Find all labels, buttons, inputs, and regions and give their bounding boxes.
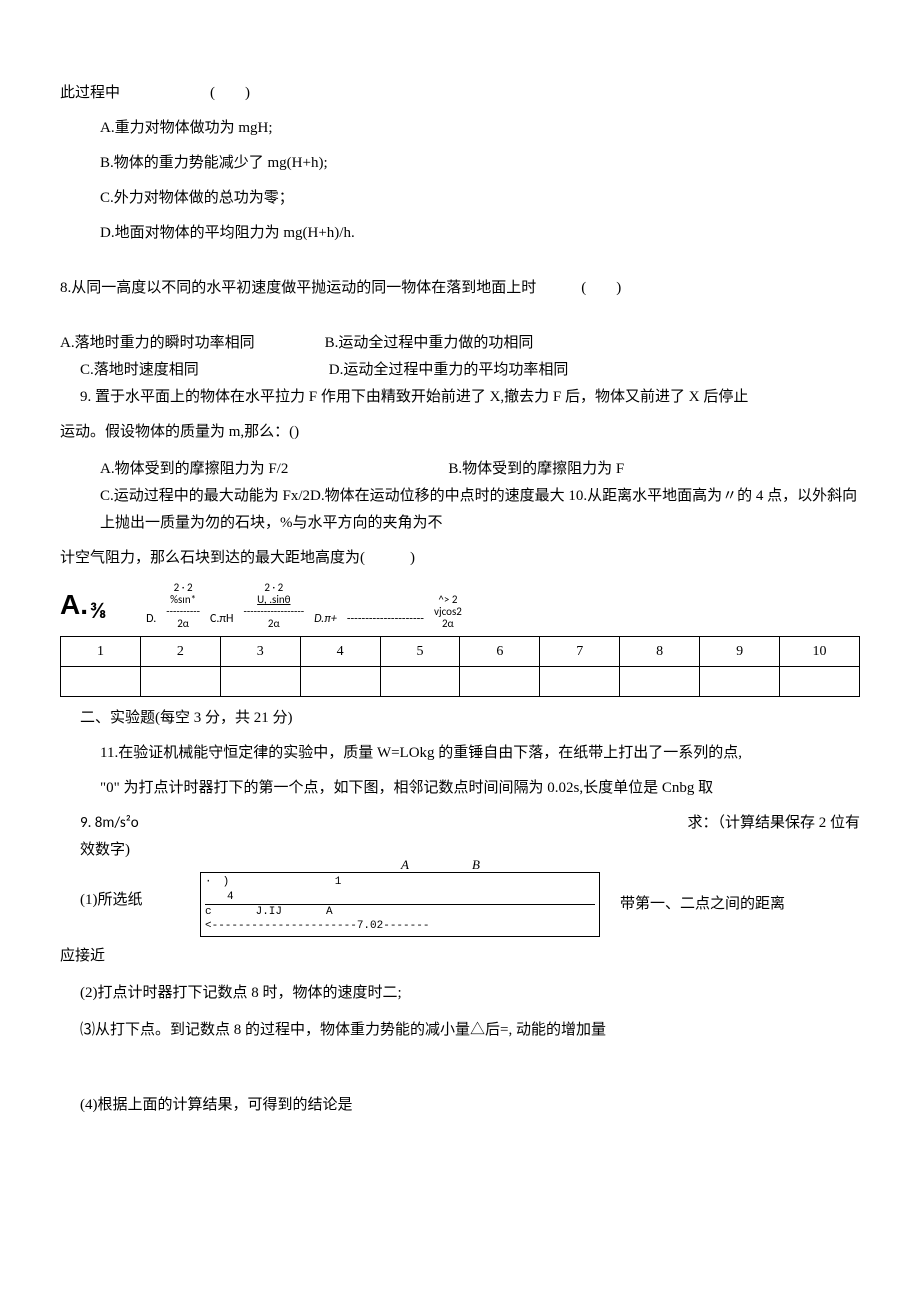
ans-h3[interactable]: 3 xyxy=(220,637,300,667)
q8-option-c: C.落地时速度相同 xyxy=(60,357,199,384)
q9-option-a: A.物体受到的摩擦阻力为 F/2 xyxy=(60,456,288,483)
diag-label-b: B xyxy=(412,857,480,872)
ans-h8[interactable]: 8 xyxy=(620,637,700,667)
q11-p3: ⑶从打下点。到记数点 8 的过程中，物体重力势能的减小量△后=, 动能的增加量 xyxy=(60,1017,860,1044)
diag-line-3: c J.IJ A xyxy=(205,904,595,919)
ans-h1[interactable]: 1 xyxy=(61,637,141,667)
ans-h2[interactable]: 2 xyxy=(140,637,220,667)
q10-col1-den: 2α xyxy=(177,618,189,630)
q11-p1-left: (1)所选纸 xyxy=(60,887,200,914)
q11-p4: (4)根据上面的计算结果，可得到的结论是 xyxy=(60,1092,860,1119)
ans-c6[interactable] xyxy=(460,667,540,697)
ans-c9[interactable] xyxy=(700,667,780,697)
q9-stem: 9. 置于水平面上的物体在水平拉力 F 作用下由精致开始前进了 X,撤去力 F … xyxy=(60,384,860,411)
q8-option-d: D.运动全过程中重力的平均功率相同 xyxy=(199,357,569,384)
q7-option-b: B.物体的重力势能减少了 mg(H+h); xyxy=(60,150,860,177)
q11-stem2: "0" 为打点计时器打下的第一个点，如下图，相邻记数点时间间隔为 0.02s,长… xyxy=(60,775,860,802)
ans-c3[interactable] xyxy=(220,667,300,697)
answer-table: 1 2 3 4 5 6 7 8 9 10 xyxy=(60,636,860,697)
q8-option-b: B.运动全过程中重力做的功相同 xyxy=(255,330,534,357)
q7-intro: 此过程中 ( ) xyxy=(60,80,860,107)
ans-h4[interactable]: 4 xyxy=(300,637,380,667)
tape-diagram: A B · ) 1 4 c J.IJ A <------------------… xyxy=(200,872,600,936)
diag-line-1: · ) 1 xyxy=(205,875,595,889)
section-2-title: 二、实验题(每空 3 分，共 21 分) xyxy=(60,705,860,732)
q11-p1b: 应接近 xyxy=(60,943,860,970)
q7-option-c: C.外力对物体做的总功为零； xyxy=(60,185,860,212)
q10-stem: 计空气阻力，那么石块到达的最大距地高度为( ) xyxy=(60,545,860,572)
q11-req: 求：（计算结果保存 2 位有 xyxy=(687,810,860,837)
q11-stem: 11.在验证机械能守恒定律的实验中，质量 W=LOkg 的重锤自由下落，在纸带上… xyxy=(60,740,860,767)
ans-c8[interactable] xyxy=(620,667,700,697)
q10-d2-label: D.π+ xyxy=(304,609,347,631)
ans-c4[interactable] xyxy=(300,667,380,697)
q10-c-label: C.πH xyxy=(200,609,244,631)
q10-a-label: A. xyxy=(60,580,90,630)
ans-h9[interactable]: 9 xyxy=(700,637,780,667)
ans-c5[interactable] xyxy=(380,667,460,697)
q11-p1-right: 带第一、二点之间的距离 xyxy=(600,891,785,918)
diag-line-2: 4 xyxy=(205,890,595,904)
ans-h5[interactable]: 5 xyxy=(380,637,460,667)
ans-c10[interactable] xyxy=(780,667,860,697)
q10-col3-den: 2α xyxy=(442,618,454,630)
ans-h10[interactable]: 10 xyxy=(780,637,860,667)
ans-c2[interactable] xyxy=(140,667,220,697)
q8-option-a: A.落地时重力的瞬时功率相同 xyxy=(60,330,255,357)
diag-line-4: <----------------------7.02------- xyxy=(205,919,595,933)
q10-a-frac: 3⁄8 xyxy=(90,591,106,631)
q7-option-a: A.重力对物体做功为 mgH; xyxy=(60,115,860,142)
q9-option-cd: C.运动过程中的最大动能为 Fx/2D.物体在运动位移的中点时的速度最大 10.… xyxy=(60,483,860,537)
q11-g: 9. 8m/s²o xyxy=(60,814,139,832)
q8-stem: 8.从同一高度以不同的水平初速度做平抛运动的同一物体在落到地面上时 ( ) xyxy=(60,275,860,302)
diag-label-a: A xyxy=(401,857,409,872)
q10-d-label: D. xyxy=(106,609,166,631)
ans-c7[interactable] xyxy=(540,667,620,697)
ans-c1[interactable] xyxy=(61,667,141,697)
q10-options: A. 3⁄8 D. 2 · 2 %sın* ---------- 2α C.πH… xyxy=(60,580,860,630)
tape-diagram-row: (1)所选纸 A B · ) 1 4 c J.IJ A <-----------… xyxy=(60,872,860,936)
q11-p2: (2)打点计时器打下记数点 8 时，物体的速度时二; xyxy=(60,980,860,1007)
q7-option-d: D.地面对物体的平均阻力为 mg(H+h)/h. xyxy=(60,220,860,247)
q9-option-b: B.物体受到的摩擦阻力为 F xyxy=(288,456,624,483)
ans-h6[interactable]: 6 xyxy=(460,637,540,667)
q9-stem2: 运动。假设物体的质量为 m,那么：() xyxy=(60,419,860,446)
ans-h7[interactable]: 7 xyxy=(540,637,620,667)
q10-col2-den: 2α xyxy=(268,618,280,630)
